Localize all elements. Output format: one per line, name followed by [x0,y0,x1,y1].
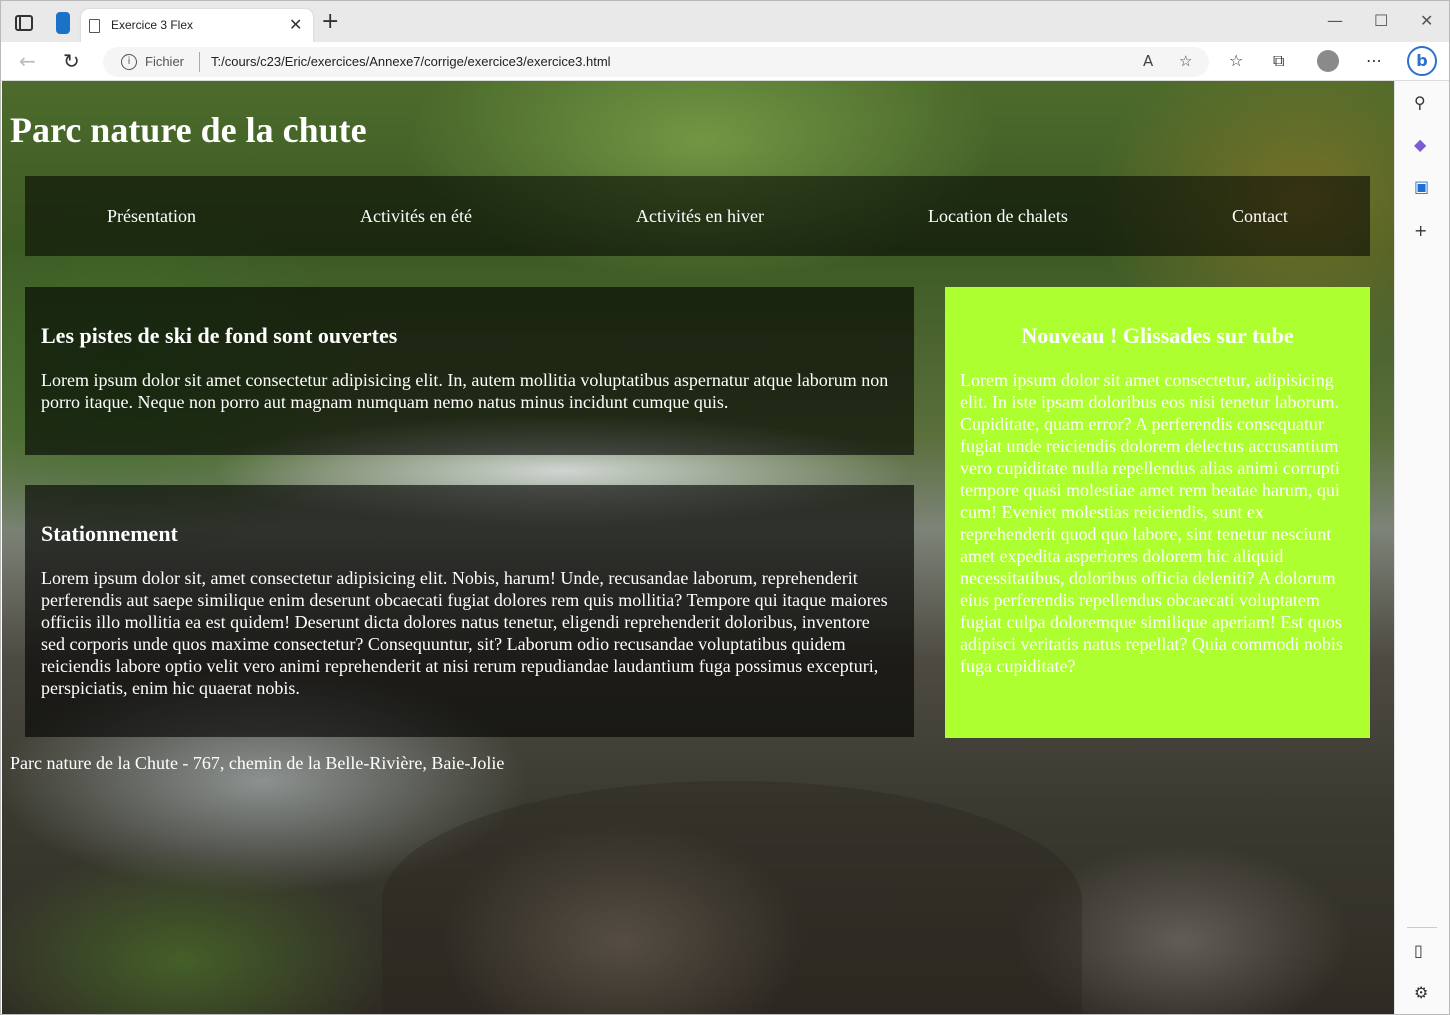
nav-contact[interactable]: Contact [1232,206,1288,227]
close-icon[interactable]: ✕ [1420,11,1433,30]
toolbar: ← ↻ i Fichier T:/cours/c23/Eric/exercice… [1,42,1449,81]
nav-presentation[interactable]: Présentation [107,206,196,227]
maximize-icon[interactable]: ☐ [1374,11,1388,30]
aside-text: Lorem ipsum dolor sit amet consectetur, … [960,370,1343,676]
nav-activites-ete[interactable]: Activités en été [360,206,472,227]
page-footer: Parc nature de la Chute - 767, chemin de… [10,753,505,773]
article-heading: Les pistes de ski de fond sont ouvertes [41,323,398,348]
back-icon[interactable]: ← [19,49,36,73]
address-bar[interactable]: i Fichier T:/cours/c23/Eric/exercices/An… [103,47,1209,77]
profile-icon[interactable] [1317,50,1339,72]
tab-title: Exercice 3 Flex [111,18,194,32]
add-icon[interactable]: + [1414,221,1427,240]
new-tab-icon[interactable]: + [321,11,339,33]
site-title: Parc nature de la chute [10,110,367,150]
address-url[interactable]: T:/cours/c23/Eric/exercices/Annexe7/corr… [211,54,611,69]
favorite-add-icon[interactable]: ☆ [1179,52,1192,70]
nav-location-chalets[interactable]: Location de chalets [928,206,1068,227]
sidebar-divider [1407,927,1437,928]
tab-bar: Exercice 3 Flex ✕ + — ☐ ✕ [1,1,1449,42]
tab-active[interactable]: Exercice 3 Flex ✕ [81,9,313,42]
favorites-icon[interactable]: ☆ [1229,51,1243,70]
browser-window: Exercice 3 Flex ✕ + — ☐ ✕ ← ↻ i Fichier … [0,0,1450,1015]
background-image [382,781,1082,1014]
article-text: Lorem ipsum dolor sit, amet consectetur … [41,568,888,698]
address-separator [199,52,200,72]
search-icon[interactable]: ⚲ [1414,93,1426,112]
article-heading: Stationnement [41,521,178,546]
edge-sidebar: ⚲ ◆ ▣ + ▯ ⚙ [1394,81,1449,1014]
bing-icon[interactable]: b [1407,46,1437,76]
refresh-icon[interactable]: ↻ [63,49,80,73]
address-scheme: Fichier [145,54,185,69]
copilot-icon[interactable]: ◆ [1414,135,1426,154]
aside-heading: Nouveau ! Glissades sur tube [1021,323,1294,348]
page-file-icon [89,19,100,33]
more-icon[interactable]: ⋯ [1366,51,1382,70]
article-ski: Les pistes de ski de fond sont ouvertes … [25,287,914,455]
collections-icon[interactable]: ⧉ [1273,51,1284,71]
article-parking: Stationnement Lorem ipsum dolor sit, ame… [25,485,914,737]
tab-close-icon[interactable]: ✕ [289,15,302,34]
info-icon[interactable]: i [121,54,137,70]
nav-activites-hiver[interactable]: Activités en hiver [636,206,764,227]
tab-actions-icon[interactable] [15,15,33,31]
article-text: Lorem ipsum dolor sit amet consectetur a… [41,370,889,412]
sidebar-toggle-icon[interactable]: ▯ [1414,941,1423,960]
aside-news: Nouveau ! Glissades sur tube Lorem ipsum… [945,287,1370,738]
read-aloud-icon[interactable]: A [1143,52,1153,70]
main-nav: Présentation Activités en été Activités … [25,176,1370,256]
workspaces-icon[interactable] [56,12,70,34]
outlook-icon[interactable]: ▣ [1414,177,1429,196]
settings-icon[interactable]: ⚙ [1414,983,1428,1002]
page-viewport: Parc nature de la chute Présentation Act… [2,81,1394,1014]
minimize-icon[interactable]: — [1327,11,1343,30]
